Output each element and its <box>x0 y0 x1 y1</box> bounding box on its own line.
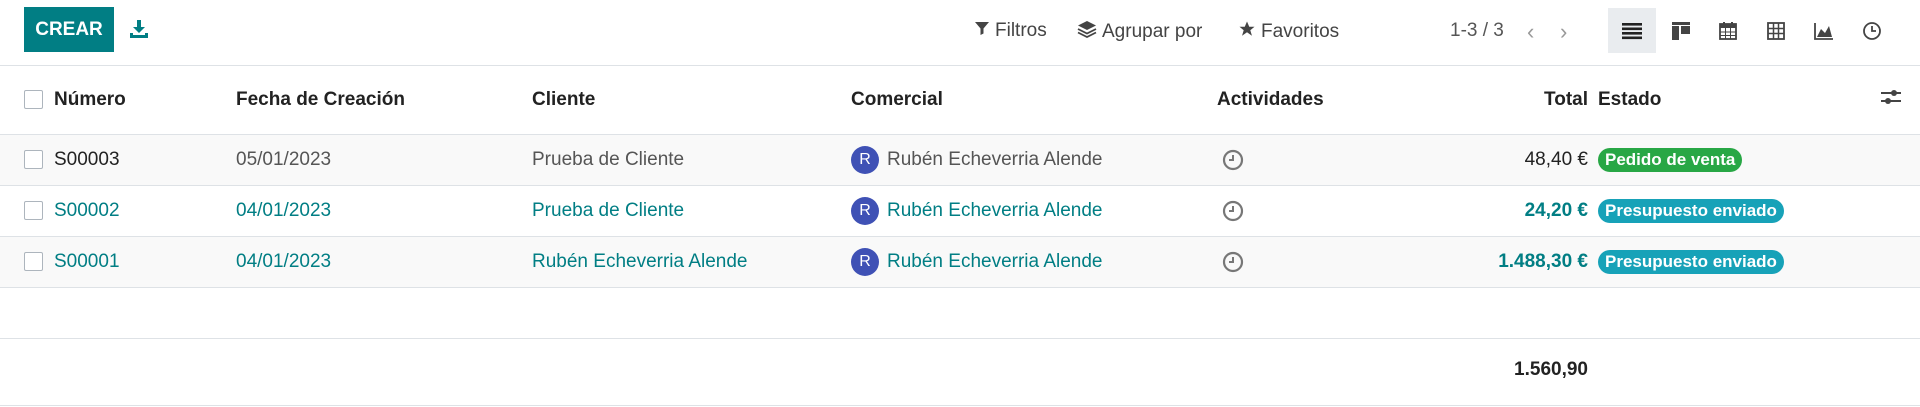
filters-button[interactable]: Filtros <box>974 20 1047 42</box>
order-date: 04/01/2023 <box>236 236 532 288</box>
order-number: S00001 <box>54 236 236 288</box>
order-salesperson: Rubén Echeverria Alende <box>887 149 1103 171</box>
pager-value[interactable]: 1-3 / 3 <box>1450 20 1504 42</box>
table-footer: 1.560,90 <box>0 338 1920 406</box>
order-customer: Prueba de Cliente <box>532 185 851 237</box>
avatar: R <box>851 197 879 225</box>
clock-icon[interactable] <box>1222 200 1244 222</box>
table-row[interactable]: S00003 05/01/2023 Prueba de Cliente R Rub… <box>0 134 1920 186</box>
order-customer: Rubén Echeverria Alende <box>532 236 851 288</box>
layers-icon <box>1077 20 1097 44</box>
column-date[interactable]: Fecha de Creación <box>236 66 532 135</box>
order-number: S00003 <box>54 134 236 186</box>
column-number[interactable]: Número <box>54 66 236 135</box>
pager-next-icon[interactable]: › <box>1560 19 1567 45</box>
activity-view-icon[interactable] <box>1848 8 1896 53</box>
footer-total: 1.560,90 <box>1514 359 1588 380</box>
status-badge: Presupuesto enviado <box>1598 250 1784 274</box>
order-date: 05/01/2023 <box>236 134 532 186</box>
row-checkbox[interactable] <box>24 150 43 170</box>
table-row[interactable]: S00002 04/01/2023 Prueba de Cliente R Rub… <box>0 185 1920 237</box>
avatar: R <box>851 146 879 174</box>
group-by-label: Agrupar por <box>1102 21 1203 42</box>
order-total: 1.488,30 € <box>1382 236 1598 288</box>
download-icon[interactable] <box>126 14 152 44</box>
favorites-label: Favoritos <box>1261 21 1340 42</box>
column-activities[interactable]: Actividades <box>1217 66 1382 135</box>
order-total: 48,40 € <box>1382 134 1598 186</box>
status-badge: Presupuesto enviado <box>1598 199 1784 223</box>
table-row[interactable]: S00001 04/01/2023 Rubén Echeverria Alend… <box>0 236 1920 288</box>
column-status[interactable]: Estado <box>1598 66 1828 135</box>
row-checkbox[interactable] <box>24 201 43 221</box>
order-salesperson: Rubén Echeverria Alende <box>887 200 1103 222</box>
calendar-view-icon[interactable] <box>1704 8 1752 53</box>
list-view-icon[interactable] <box>1608 8 1656 53</box>
order-number: S00002 <box>54 185 236 237</box>
optional-columns-icon[interactable] <box>1880 90 1902 112</box>
order-date: 04/01/2023 <box>236 185 532 237</box>
status-badge: Pedido de venta <box>1598 148 1743 172</box>
row-checkbox[interactable] <box>24 252 43 272</box>
favorites-button[interactable]: Favoritos <box>1238 20 1339 44</box>
select-all-checkbox[interactable] <box>24 90 43 110</box>
kanban-view-icon[interactable] <box>1657 8 1705 53</box>
star-icon <box>1238 20 1256 44</box>
table-header-row: Número Fecha de Creación Cliente Comerci… <box>0 66 1920 135</box>
avatar: R <box>851 248 879 276</box>
order-total: 24,20 € <box>1382 185 1598 237</box>
order-customer: Prueba de Cliente <box>532 134 851 186</box>
column-customer[interactable]: Cliente <box>532 66 851 135</box>
order-salesperson: Rubén Echeverria Alende <box>887 251 1103 273</box>
clock-icon[interactable] <box>1222 251 1244 273</box>
group-by-button[interactable]: Agrupar por <box>1077 20 1202 44</box>
control-panel: CREAR Filtros Agrupar por Favoritos 1-3 … <box>0 0 1920 66</box>
column-total[interactable]: Total <box>1382 66 1598 135</box>
filter-icon <box>974 20 990 42</box>
graph-view-icon[interactable] <box>1800 8 1848 53</box>
pager-previous-icon[interactable]: ‹ <box>1527 19 1534 45</box>
clock-icon[interactable] <box>1222 149 1244 171</box>
column-salesperson[interactable]: Comercial <box>851 66 1217 135</box>
sales-orders-table: Número Fecha de Creación Cliente Comerci… <box>0 66 1920 288</box>
filters-label: Filtros <box>995 20 1047 41</box>
pivot-view-icon[interactable] <box>1752 8 1800 53</box>
create-button[interactable]: CREAR <box>24 7 114 52</box>
